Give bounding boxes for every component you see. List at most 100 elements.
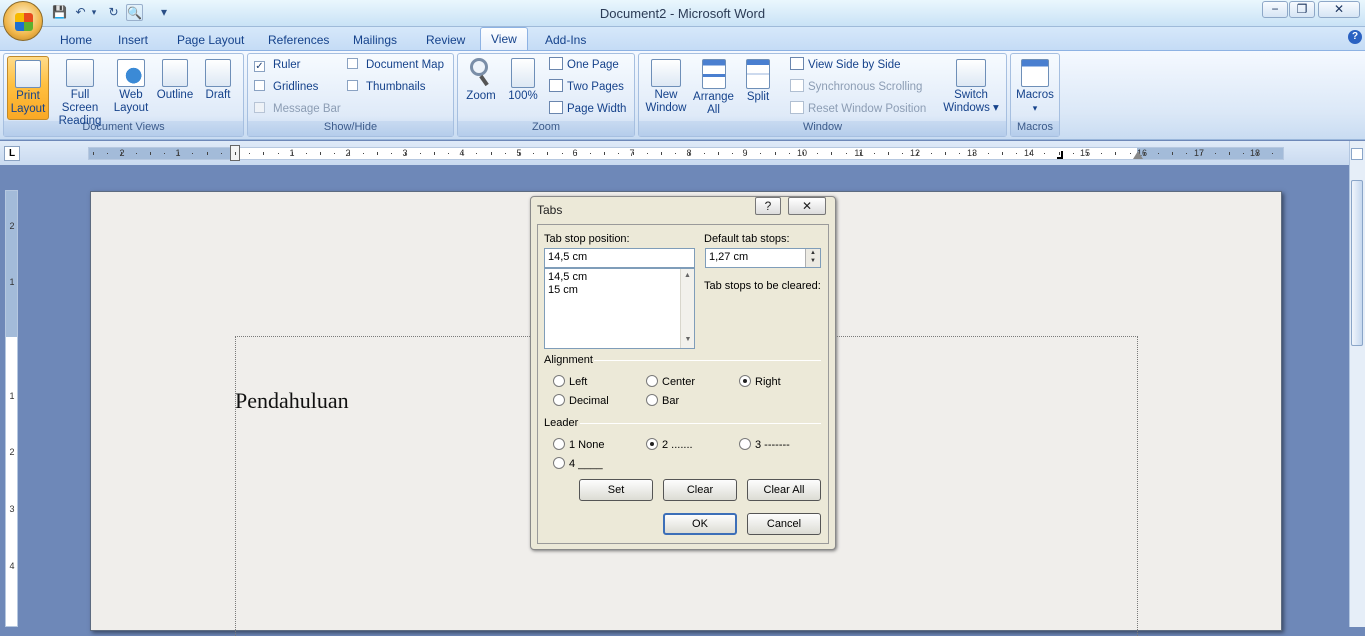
new-window-label-2: Window [645,102,687,114]
thumbnails-checkbox[interactable]: Thumbnails [347,79,425,95]
align-decimal-label: Decimal [569,395,609,407]
macros-dropdown-icon[interactable]: ▾ [1013,102,1057,115]
spin-down-icon[interactable]: ▼ [806,257,820,265]
switch-windows-button[interactable]: Switch Windows ▾ [940,56,1002,120]
ok-button[interactable]: OK [663,513,737,535]
list-item[interactable]: 15 cm [548,284,694,297]
ruler-tick [348,152,350,155]
web-layout-button[interactable]: Web Layout [112,56,150,120]
leader-none-radio[interactable]: 1 None [553,438,604,451]
spin-up-icon[interactable]: ▲ [806,249,820,257]
restore-button[interactable]: ❐ [1289,1,1315,18]
tab-references[interactable]: References [258,31,339,52]
help-icon[interactable]: ? [1348,30,1362,44]
right-indent-marker-icon[interactable] [1133,151,1143,159]
vertical-ruler[interactable]: 2 1 1 2 3 4 [5,190,18,627]
align-decimal-radio[interactable]: Decimal [553,394,609,407]
checkbox-icon [347,58,358,69]
zoom-label: Zoom [466,90,496,102]
ruler-number: 3 [9,504,15,514]
page-width-label: Page Width [567,103,627,115]
tab-selector-button[interactable]: L [4,146,20,161]
tab-stops-to-be-cleared-label: Tab stops to be cleared: [704,280,821,292]
view-side-by-side-button[interactable]: View Side by Side [790,57,900,73]
align-right-radio[interactable]: Right [739,375,781,388]
default-tab-stops-input[interactable]: 1,27 cm [705,248,821,268]
tab-stop-position-input[interactable]: 14,5 cm [544,248,695,268]
leader-dashes-radio[interactable]: 3 ------- [739,438,790,451]
macros-label: Macros [1016,89,1054,101]
ruler-tick [845,153,847,154]
ruler-tick [959,153,961,154]
ruler-tick [1143,152,1145,155]
gridlines-checkbox[interactable]: Gridlines [254,79,318,95]
leader-dots-label: 2 ....... [662,439,693,451]
leader-dots-radio[interactable]: 2 ....... [646,438,693,451]
tab-stop-list[interactable]: 14,5 cm 15 cm ▲ ▼ [544,268,695,349]
message-bar-label: Message Bar [273,103,341,115]
ruler-tick [1072,153,1074,154]
page-width-button[interactable]: Page Width [549,101,626,117]
default-tab-spinner[interactable]: ▲ ▼ [805,249,820,267]
ruler-tick [93,152,94,155]
tab-review[interactable]: Review [416,31,475,52]
macros-icon [1021,59,1049,87]
ruler-tick [859,152,861,155]
dialog-help-button[interactable]: ? [755,197,781,215]
print-layout-button[interactable]: Print Layout [7,56,49,120]
tab-insert[interactable]: Insert [108,31,158,52]
clear-button[interactable]: Clear [663,479,737,501]
cancel-button[interactable]: Cancel [747,513,821,535]
zoom-button[interactable]: Zoom [462,56,500,120]
draft-label: Draft [205,89,231,101]
ruler-checkbox[interactable]: ✓ Ruler [254,57,300,73]
ruler-tick [533,153,535,154]
tab-page-layout[interactable]: Page Layout [167,31,254,52]
leader-underline-radio[interactable]: 4 ____ [553,457,603,470]
align-center-radio[interactable]: Center [646,375,695,388]
scroll-down-icon[interactable]: ▼ [681,333,695,346]
reset-window-position-button: Reset Window Position [790,101,926,117]
one-page-button[interactable]: One Page [549,57,619,73]
new-window-button[interactable]: New Window [641,56,691,120]
zoom-100-button[interactable]: 100% [505,56,541,120]
draft-button[interactable]: Draft [200,56,236,120]
ruler-tick [1271,153,1273,154]
tab-add-ins[interactable]: Add-Ins [535,31,596,52]
view-ruler-icon[interactable] [1351,148,1363,160]
outline-button[interactable]: Outline [153,56,197,120]
tab-view[interactable]: View [480,27,528,51]
document-map-checkbox[interactable]: Document Map [347,57,444,73]
arrange-all-button[interactable]: Arrange All [691,56,736,120]
align-bar-radio[interactable]: Bar [646,394,679,407]
split-icon [746,59,770,89]
dialog-title: Tabs [537,203,563,217]
ruler-tick [1044,153,1046,154]
list-scrollbar[interactable]: ▲ ▼ [680,269,694,348]
document-heading[interactable]: Pendahuluan [235,388,349,414]
office-button[interactable] [3,1,43,41]
horizontal-ruler[interactable]: 2 1 1 2 3 4 5 6 7 8 9 10 11 12 13 14 15 … [88,145,1284,161]
checkbox-icon [254,80,265,91]
one-page-icon [549,57,563,70]
ruler-tick [646,153,648,154]
tab-home[interactable]: Home [50,31,102,52]
ruler-tick [1257,152,1259,155]
dialog-close-button[interactable]: ✕ [788,197,826,215]
ruler-tick [135,153,137,154]
scrollbar-thumb[interactable] [1351,180,1363,346]
tab-mailings[interactable]: Mailings [343,31,407,52]
full-screen-reading-button[interactable]: Full Screen Reading [51,56,109,127]
minimize-button[interactable]: − [1262,1,1288,18]
scroll-up-icon[interactable]: ▲ [681,269,694,282]
split-button[interactable]: Split [739,56,777,120]
align-left-radio[interactable]: Left [553,375,587,388]
macros-button[interactable]: Macros ▾ [1013,56,1057,120]
close-button[interactable]: ✕ [1318,1,1360,18]
set-button[interactable]: Set [579,479,653,501]
two-pages-button[interactable]: Two Pages [549,79,624,95]
document-map-label: Document Map [366,59,444,71]
list-item[interactable]: 14,5 cm [548,271,694,284]
web-layout-icon [117,59,145,87]
clear-all-button[interactable]: Clear All [747,479,821,501]
